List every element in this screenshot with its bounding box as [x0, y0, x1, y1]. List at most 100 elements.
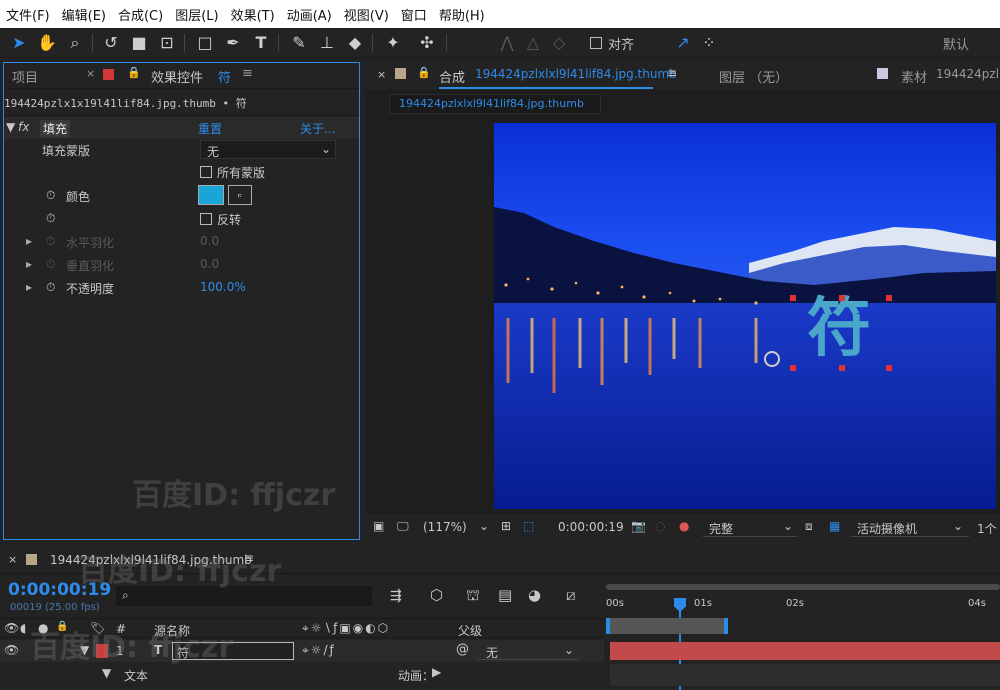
expand-triangle-icon[interactable]: ▸: [26, 280, 32, 294]
resolution-dropdown[interactable]: 完整 ⌄: [703, 517, 797, 537]
about-link[interactable]: 关于...: [300, 120, 335, 137]
show-snapshot-icon[interactable]: ◌: [655, 519, 665, 533]
handle-tm[interactable]: [839, 295, 845, 301]
tab-effect-controls[interactable]: 效果控件: [151, 67, 203, 86]
tab-comp-name[interactable]: 194424pzlxlxl9l41lif84.jpg.thumb: [475, 67, 677, 81]
menu-layer[interactable]: 图层(L): [169, 5, 224, 24]
transparency-grid-icon[interactable]: ▦: [829, 519, 840, 533]
anchor-point-icon[interactable]: [764, 351, 780, 367]
camera-dropdown[interactable]: 活动摄像机 ⌄: [851, 517, 969, 537]
menu-effect[interactable]: 效果(T): [225, 5, 281, 24]
overlay-text[interactable]: 符: [790, 289, 888, 369]
roto-brush-tool-icon[interactable]: ✦: [382, 32, 404, 54]
frame-blend-icon[interactable]: ▤: [498, 586, 512, 604]
close-icon[interactable]: ×: [377, 68, 386, 81]
composition-canvas[interactable]: 符: [494, 123, 996, 509]
expand-triangle-icon[interactable]: ▸: [26, 234, 32, 248]
work-area-range[interactable]: [606, 618, 728, 634]
shy-layers-icon[interactable]: ⛫: [466, 586, 480, 606]
brush-tool-icon[interactable]: ✎: [288, 32, 310, 54]
pickwhip-icon[interactable]: @: [456, 642, 469, 657]
work-area-bar[interactable]: [606, 584, 1000, 590]
viewer-timecode[interactable]: 0:00:00:19: [558, 520, 624, 534]
grid-snap-icon[interactable]: ⁘: [698, 32, 720, 54]
fx-icon[interactable]: fx: [18, 120, 29, 134]
handle-tl[interactable]: [790, 295, 796, 301]
handle-br[interactable]: [886, 365, 892, 371]
close-icon[interactable]: ×: [86, 67, 95, 80]
menu-help[interactable]: 帮助(H): [433, 5, 491, 24]
snapshot-icon[interactable]: 📷: [631, 519, 646, 533]
rectangle-tool-icon[interactable]: □: [194, 32, 216, 54]
fill-mask-dropdown[interactable]: 无 ⌄: [200, 140, 336, 159]
stopwatch-icon[interactable]: ⏱: [46, 280, 55, 295]
zoom-value[interactable]: (117%): [423, 520, 467, 534]
workspace-default[interactable]: 默认: [943, 34, 969, 53]
layer-duration-bar[interactable]: [610, 642, 1000, 660]
rotate-tool-icon[interactable]: ↺: [100, 32, 122, 54]
tab-footage-name[interactable]: 194424pzl: [936, 67, 999, 81]
eraser-tool-icon[interactable]: ◆: [344, 32, 366, 54]
chevron-down-icon[interactable]: ⌄: [479, 519, 489, 533]
view-count[interactable]: 1个: [977, 520, 997, 537]
expand-triangle-icon[interactable]: ▸: [26, 257, 32, 271]
text-property-label[interactable]: 文本: [124, 667, 148, 684]
handle-bl[interactable]: [790, 365, 796, 371]
menu-view[interactable]: 视图(V): [338, 5, 395, 24]
panel-menu-icon[interactable]: ≡: [242, 66, 253, 81]
eye-icon[interactable]: 👁: [4, 621, 19, 635]
camera-tool-icon[interactable]: ■: [128, 32, 150, 54]
snap-icon-1[interactable]: ⋀: [496, 32, 518, 54]
eye-icon[interactable]: 👁: [4, 643, 19, 657]
invert-checkbox[interactable]: [200, 213, 212, 225]
pen-tool-icon[interactable]: ✒: [222, 32, 244, 54]
clone-stamp-tool-icon[interactable]: ⊥: [316, 32, 338, 54]
snap-icon-3[interactable]: ◇: [548, 32, 570, 54]
graph-editor-icon[interactable]: ⧄: [566, 586, 576, 604]
tab-project[interactable]: 项目: [12, 67, 38, 86]
comp-flowchart-icon[interactable]: ⇶: [390, 588, 402, 604]
tab-layer[interactable]: 图层 （无）: [719, 67, 788, 86]
panel-menu-icon[interactable]: ≡: [667, 66, 677, 80]
breadcrumb[interactable]: 194424pzlxlxl9l41lif84.jpg.thumb: [389, 94, 601, 114]
effect-name[interactable]: 填充: [40, 120, 71, 137]
draft-3d-icon[interactable]: ⬡: [430, 586, 443, 604]
region-icon[interactable]: ▣: [373, 519, 384, 533]
zoom-tool-icon[interactable]: ⌕: [64, 32, 86, 54]
close-icon[interactable]: ×: [8, 553, 17, 566]
handle-bm[interactable]: [839, 365, 845, 371]
menu-file[interactable]: 文件(F): [0, 5, 56, 24]
menu-animation[interactable]: 动画(A): [281, 5, 338, 24]
menu-composition[interactable]: 合成(C): [112, 5, 169, 24]
align-checkbox[interactable]: [590, 37, 602, 49]
eyedropper-icon[interactable]: ⟔: [228, 185, 252, 205]
tab-comp-label[interactable]: 合成: [439, 67, 465, 86]
selection-tool-icon[interactable]: ➤: [8, 32, 30, 54]
snap-icon-2[interactable]: △: [522, 32, 544, 54]
layer-switches[interactable]: ⌖☼/ƒ: [302, 643, 336, 658]
reset-link[interactable]: 重置: [198, 120, 222, 137]
collapse-triangle-icon[interactable]: ▼: [6, 120, 15, 134]
fit-icon[interactable]: ⊞: [501, 519, 511, 533]
lock-icon[interactable]: 🔒: [417, 66, 431, 79]
handle-tr[interactable]: [886, 295, 892, 301]
pan-behind-tool-icon[interactable]: ⊡: [156, 32, 178, 54]
stopwatch-icon[interactable]: ⏱: [46, 211, 55, 226]
all-masks-checkbox[interactable]: [200, 166, 212, 178]
color-swatch[interactable]: [198, 185, 224, 205]
stopwatch-icon[interactable]: ⏱: [46, 188, 55, 203]
tab-footage-label[interactable]: 素材: [901, 67, 927, 86]
animate-menu-icon[interactable]: ▶: [432, 665, 441, 679]
lock-icon[interactable]: 🔒: [127, 66, 141, 79]
audio-icon[interactable]: ◖: [20, 621, 26, 635]
channel-icon[interactable]: ●: [679, 519, 689, 533]
monitor-icon[interactable]: 🖵: [397, 519, 409, 534]
roi-icon[interactable]: ⧈: [805, 519, 813, 534]
hand-tool-icon[interactable]: ✋: [36, 32, 58, 54]
parent-dropdown[interactable]: 无 ⌄: [478, 642, 578, 660]
opacity-value[interactable]: 100.0%: [200, 280, 246, 294]
puppet-pin-tool-icon[interactable]: ✣: [416, 32, 438, 54]
mask-toggle-icon[interactable]: ⬚: [523, 519, 534, 533]
collapse-triangle-icon[interactable]: ▼: [102, 666, 111, 680]
menu-edit[interactable]: 编辑(E): [56, 5, 112, 24]
